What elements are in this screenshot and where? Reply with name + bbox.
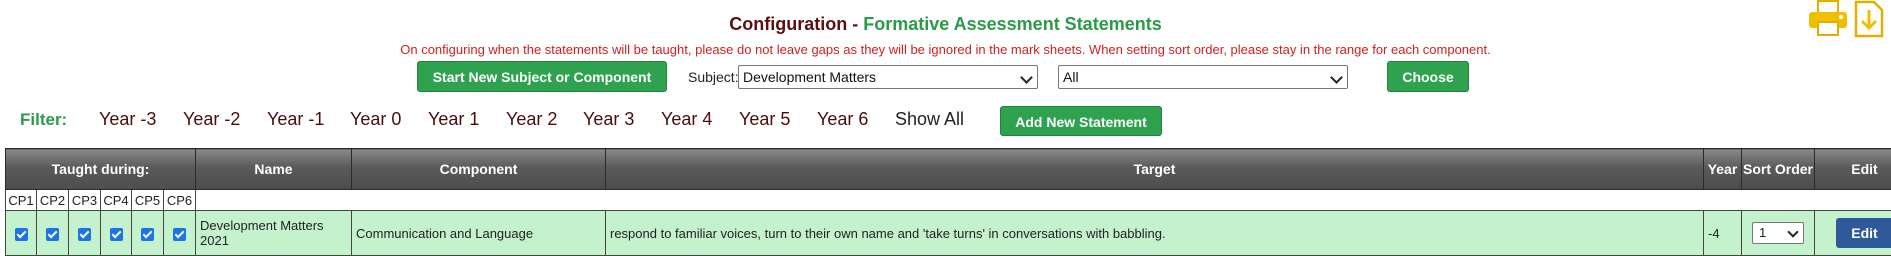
component-select-value: All (1063, 69, 1079, 85)
cp2-cell (37, 211, 69, 256)
subject-label: Subject: (688, 69, 739, 85)
add-new-statement-button[interactable]: Add New Statement (1000, 106, 1162, 136)
chevron-down-icon (1330, 71, 1343, 84)
table-header-row: Taught during: Name Component Target Yea… (6, 149, 1891, 190)
cp2-checkbox[interactable] (46, 228, 59, 241)
filter-year-minus-3[interactable]: Year -3 (99, 109, 156, 130)
filter-show-all[interactable]: Show All (895, 109, 964, 130)
chevron-down-icon (1020, 71, 1033, 84)
header-taught-during: Taught during: (6, 149, 196, 190)
sort-order-select[interactable]: 1 (1752, 222, 1804, 244)
cp-label: CP2 (37, 190, 69, 211)
statements-table: Taught during: Name Component Target Yea… (5, 148, 1891, 256)
table-row: Development Matters 2021 Communication a… (6, 211, 1891, 256)
filter-year-1[interactable]: Year 1 (428, 109, 479, 130)
subject-select-value: Development Matters (743, 69, 876, 85)
page-title-accent: Formative Assessment Statements (863, 14, 1161, 34)
header-icons (1808, 0, 1888, 40)
cp-label: CP5 (132, 190, 164, 211)
page-title: Configuration - Formative Assessment Sta… (0, 14, 1891, 35)
cp-label: CP6 (164, 190, 196, 211)
edit-button[interactable]: Edit (1836, 218, 1891, 248)
cp5-checkbox[interactable] (141, 228, 154, 241)
printer-icon[interactable] (1808, 0, 1848, 36)
filter-label: Filter: (20, 110, 67, 130)
cp1-cell (6, 211, 37, 256)
chevron-down-icon (1787, 226, 1798, 237)
sort-order-value: 1 (1759, 225, 1766, 240)
row-edit-cell: Edit (1815, 211, 1891, 256)
choose-button[interactable]: Choose (1387, 61, 1469, 92)
row-component: Communication and Language (352, 211, 606, 256)
header-sort-order: Sort Order (1742, 149, 1815, 190)
row-year: -4 (1704, 211, 1742, 256)
header-target: Target (606, 149, 1704, 190)
download-icon[interactable] (1854, 0, 1884, 38)
cp6-checkbox[interactable] (173, 228, 186, 241)
cp3-checkbox[interactable] (78, 228, 91, 241)
filter-year-4[interactable]: Year 4 (661, 109, 712, 130)
row-target: respond to familiar voices, turn to thei… (606, 211, 1704, 256)
header-year: Year (1704, 149, 1742, 190)
filter-year-2[interactable]: Year 2 (506, 109, 557, 130)
cp4-checkbox[interactable] (110, 228, 123, 241)
cp6-cell (164, 211, 196, 256)
filter-year-minus-2[interactable]: Year -2 (183, 109, 240, 130)
row-sort-order-cell: 1 (1742, 211, 1815, 256)
filter-year-3[interactable]: Year 3 (583, 109, 634, 130)
subject-select[interactable]: Development Matters (738, 65, 1038, 89)
cp4-cell (101, 211, 132, 256)
cp3-cell (69, 211, 101, 256)
cp1-checkbox[interactable] (15, 228, 28, 241)
component-select[interactable]: All (1058, 65, 1348, 89)
cp-label: CP4 (101, 190, 132, 211)
cp-label: CP3 (69, 190, 101, 211)
filter-year-0[interactable]: Year 0 (350, 109, 401, 130)
page-title-prefix: Configuration - (729, 14, 863, 34)
cp-label: CP1 (6, 190, 37, 211)
header-edit: Edit (1815, 149, 1891, 190)
cp5-cell (132, 211, 164, 256)
header-name: Name (196, 149, 352, 190)
filter-year-5[interactable]: Year 5 (739, 109, 790, 130)
start-new-subject-button[interactable]: Start New Subject or Component (417, 61, 667, 92)
config-notice: On configuring when the statements will … (0, 42, 1891, 57)
header-component: Component (352, 149, 606, 190)
cp-label-row: CP1 CP2 CP3 CP4 CP5 CP6 (6, 190, 1891, 211)
row-name: Development Matters 2021 (196, 211, 352, 256)
cp-row-filler (196, 190, 1891, 211)
filter-year-minus-1[interactable]: Year -1 (267, 109, 324, 130)
filter-year-6[interactable]: Year 6 (817, 109, 868, 130)
